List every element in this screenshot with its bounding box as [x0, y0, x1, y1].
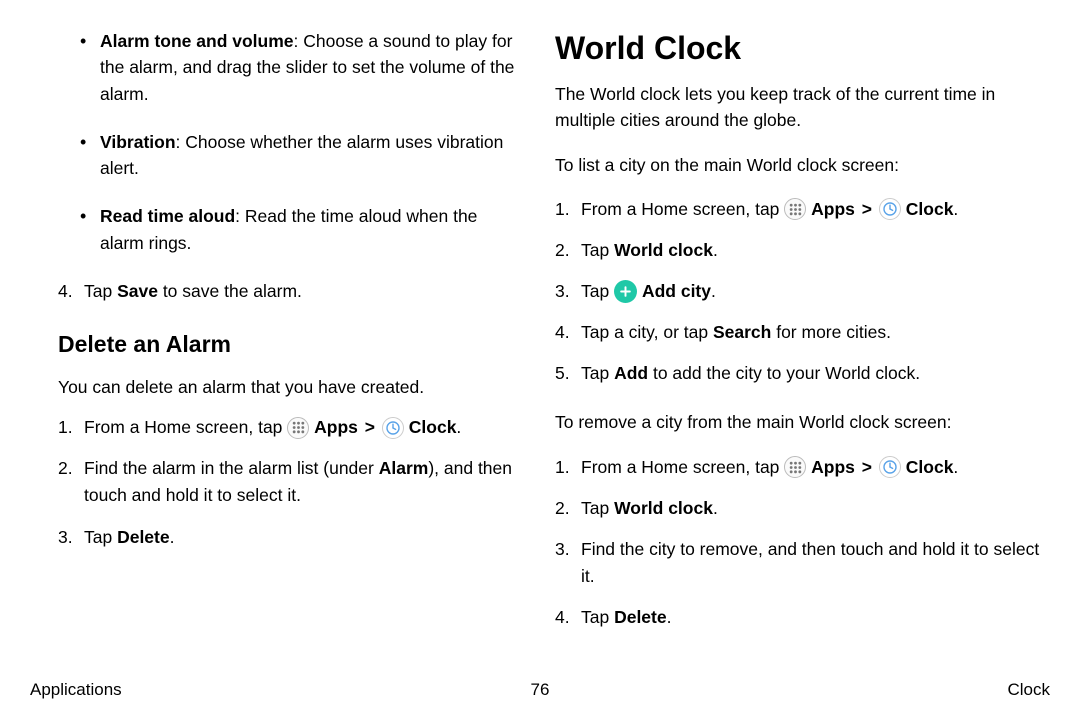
search-label: Search [713, 322, 771, 342]
clock-icon [879, 198, 901, 220]
delete-label: Delete [614, 607, 667, 627]
period: . [713, 498, 718, 518]
step-number: 4. [58, 278, 84, 305]
period: . [667, 607, 672, 627]
apps-icon [784, 456, 806, 478]
apps-label: Apps [811, 199, 855, 219]
step-number: 2. [555, 495, 581, 522]
world-clock-label: World clock [614, 498, 713, 518]
option-label: Read time aloud [100, 206, 235, 226]
option-label: Vibration [100, 132, 176, 152]
apps-label: Apps [314, 417, 358, 437]
step-number: 4. [555, 604, 581, 631]
step-item: 5. Tap Add to add the city to your World… [555, 360, 1050, 387]
apps-icon [784, 198, 806, 220]
step-number: 1. [555, 196, 581, 223]
period: . [170, 527, 175, 547]
step-number: 3. [555, 278, 581, 305]
step-item: 1. From a Home screen, tap Apps > Clock. [555, 196, 1050, 223]
step-item: 4. Tap Delete. [555, 604, 1050, 631]
step-number: 2. [58, 455, 84, 509]
step-text: Tap [581, 363, 614, 383]
step-text: Tap [581, 240, 614, 260]
step-text: Tap [581, 281, 614, 301]
chevron-right-icon: > [860, 457, 874, 477]
left-column: Alarm tone and volume: Choose a sound to… [30, 28, 525, 645]
step-item: 1. From a Home screen, tap Apps > Clock. [555, 454, 1050, 481]
step-number: 5. [555, 360, 581, 387]
delete-label: Delete [117, 527, 170, 547]
period: . [953, 199, 958, 219]
step-text: to save the alarm. [158, 281, 302, 301]
step-number: 1. [555, 454, 581, 481]
period: . [953, 457, 958, 477]
world-clock-intro: The World clock lets you keep track of t… [555, 81, 1050, 134]
list-item: Read time aloud: Read the time aloud whe… [78, 203, 525, 256]
step-item: 2. Tap World clock. [555, 237, 1050, 264]
footer-page-number: 76 [531, 680, 550, 700]
manual-page: Alarm tone and volume: Choose a sound to… [0, 0, 1080, 645]
step-number: 4. [555, 319, 581, 346]
step-item: 3. Tap Add city. [555, 278, 1050, 305]
step-number: 1. [58, 414, 84, 441]
step-text: to add the city to your World clock. [648, 363, 920, 383]
step-text: Find the city to remove, and then touch … [581, 536, 1050, 590]
step-item: 2. Find the alarm in the alarm list (und… [30, 455, 525, 509]
step-text: Tap a city, or tap [581, 322, 713, 342]
right-column: World Clock The World clock lets you kee… [555, 28, 1050, 645]
page-footer: Applications 76 Clock [30, 680, 1050, 700]
step-text: From a Home screen, tap [581, 199, 784, 219]
step-text: for more cities. [771, 322, 891, 342]
alarm-options-list: Alarm tone and volume: Choose a sound to… [78, 28, 525, 256]
step-item: 4. Tap a city, or tap Search for more ci… [555, 319, 1050, 346]
option-label: Alarm tone and volume [100, 31, 294, 51]
clock-label: Clock [906, 199, 954, 219]
add-city-label: Add city [642, 281, 711, 301]
period: . [456, 417, 461, 437]
list-item: Alarm tone and volume: Choose a sound to… [78, 28, 525, 107]
step-item: 1. From a Home screen, tap Apps > Clock. [30, 414, 525, 441]
list-item: Vibration: Choose whether the alarm uses… [78, 129, 525, 182]
step-number: 2. [555, 237, 581, 264]
remove-city-lead: To remove a city from the main World clo… [555, 409, 1050, 435]
clock-icon [879, 456, 901, 478]
step-text: From a Home screen, tap [84, 417, 287, 437]
apps-icon [287, 417, 309, 439]
clock-label: Clock [906, 457, 954, 477]
footer-section: Applications [30, 680, 122, 700]
world-clock-label: World clock [614, 240, 713, 260]
world-clock-heading: World Clock [555, 30, 1050, 67]
footer-topic: Clock [1007, 680, 1050, 700]
period: . [711, 281, 716, 301]
chevron-right-icon: > [363, 417, 377, 437]
clock-label: Clock [409, 417, 457, 437]
delete-alarm-heading: Delete an Alarm [58, 331, 525, 358]
save-label: Save [117, 281, 158, 301]
step-text: Find the alarm in the alarm list (under [84, 458, 379, 478]
delete-intro: You can delete an alarm that you have cr… [58, 374, 525, 400]
step-number: 3. [58, 524, 84, 551]
add-icon [614, 280, 637, 303]
period: . [713, 240, 718, 260]
add-label: Add [614, 363, 648, 383]
step-item: 3. Tap Delete. [30, 524, 525, 551]
apps-label: Apps [811, 457, 855, 477]
step-text: Tap [581, 498, 614, 518]
step-text: Tap [84, 527, 117, 547]
chevron-right-icon: > [860, 199, 874, 219]
alarm-label: Alarm [379, 458, 429, 478]
clock-icon [382, 417, 404, 439]
list-city-lead: To list a city on the main World clock s… [555, 152, 1050, 178]
step-text: From a Home screen, tap [581, 457, 784, 477]
step-item: 3. Find the city to remove, and then tou… [555, 536, 1050, 590]
step-text: Tap [84, 281, 117, 301]
step-item: 4. Tap Save to save the alarm. [30, 278, 525, 305]
step-number: 3. [555, 536, 581, 590]
step-item: 2. Tap World clock. [555, 495, 1050, 522]
step-text: Tap [581, 607, 614, 627]
